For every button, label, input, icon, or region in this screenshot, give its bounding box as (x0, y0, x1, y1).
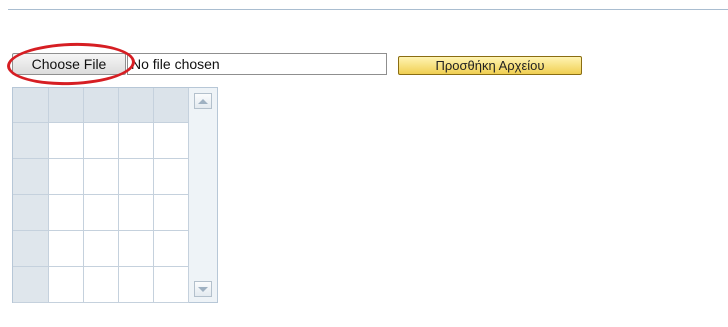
table-cell[interactable] (49, 231, 84, 266)
table-cell[interactable] (154, 195, 189, 230)
table-body (13, 88, 189, 303)
table-cell[interactable] (154, 159, 189, 194)
table-cell[interactable] (154, 123, 189, 158)
table-cell[interactable] (49, 123, 84, 158)
row-selector[interactable] (13, 231, 49, 266)
scroll-up-button[interactable] (194, 93, 212, 109)
table-row (13, 267, 189, 303)
table-row (13, 123, 189, 159)
table-cell[interactable] (49, 195, 84, 230)
scroll-down-button[interactable] (194, 281, 212, 297)
table-cell[interactable] (154, 231, 189, 266)
table-cell[interactable] (84, 267, 119, 302)
select-all-cell[interactable] (13, 88, 49, 122)
column-header[interactable] (119, 88, 154, 122)
table-cell[interactable] (119, 231, 154, 266)
row-selector[interactable] (13, 267, 49, 302)
attachments-table (12, 87, 218, 303)
file-chosen-status: No file chosen (127, 53, 387, 75)
table-cell[interactable] (119, 123, 154, 158)
column-header[interactable] (49, 88, 84, 122)
table-cell[interactable] (84, 195, 119, 230)
column-header[interactable] (84, 88, 119, 122)
chevron-up-icon (198, 98, 208, 104)
vertical-scrollbar[interactable] (188, 88, 217, 302)
choose-file-button[interactable]: Choose File (12, 53, 126, 75)
table-cell[interactable] (84, 123, 119, 158)
row-selector[interactable] (13, 195, 49, 230)
column-header[interactable] (154, 88, 189, 122)
table-cell[interactable] (84, 159, 119, 194)
chevron-down-icon (198, 286, 208, 292)
table-cell[interactable] (154, 267, 189, 302)
row-selector[interactable] (13, 123, 49, 158)
table-cell[interactable] (49, 159, 84, 194)
table-cell[interactable] (119, 195, 154, 230)
table-cell[interactable] (119, 159, 154, 194)
table-row (13, 195, 189, 231)
add-file-button[interactable]: Προσθήκη Αρχείου (398, 56, 582, 75)
table-cell[interactable] (84, 231, 119, 266)
table-row (13, 231, 189, 267)
table-cell[interactable] (119, 267, 154, 302)
row-selector[interactable] (13, 159, 49, 194)
table-header-row (13, 88, 189, 123)
table-row (13, 159, 189, 195)
table-cell[interactable] (49, 267, 84, 302)
top-divider (8, 9, 728, 10)
